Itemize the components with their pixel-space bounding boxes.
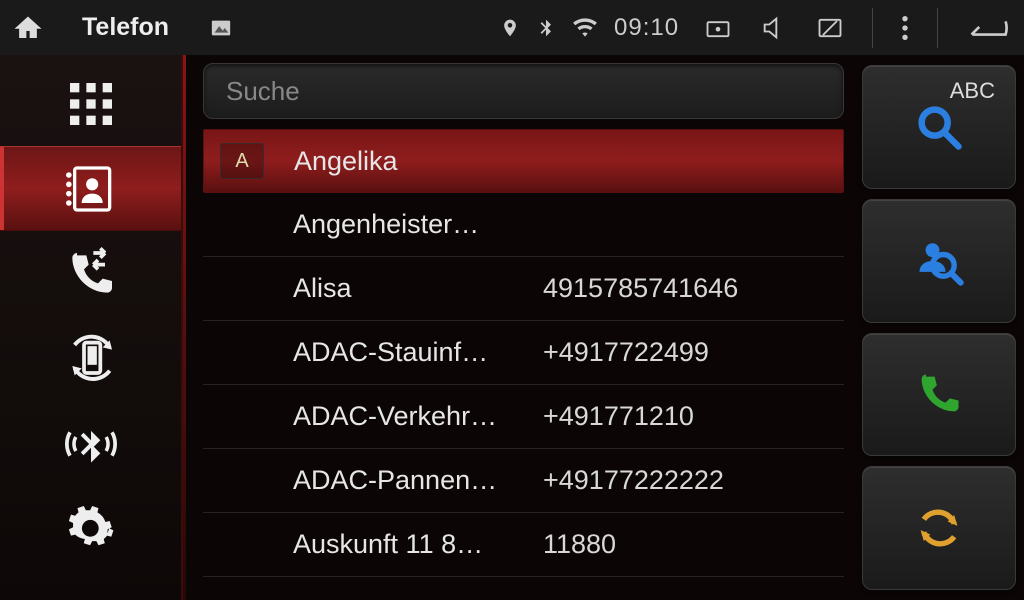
- action-search-letter[interactable]: ABC: [862, 65, 1016, 189]
- sidebar-item-calllog[interactable]: [0, 231, 181, 316]
- location-icon: [500, 15, 520, 41]
- contact-name: ADAC-Pannen…: [293, 465, 523, 496]
- menu-dots-icon[interactable]: [901, 14, 909, 42]
- home-icon[interactable]: [14, 14, 42, 42]
- sidebar-item-contacts[interactable]: [0, 146, 181, 231]
- contact-name: ADAC-Stauinf…: [293, 337, 523, 368]
- bluetooth-icon: [536, 14, 556, 42]
- status-bar: Telefon 09:10: [0, 0, 1024, 55]
- contact-number: 11880: [543, 529, 616, 560]
- contact-number: 4915785741646: [543, 273, 738, 304]
- contact-name: ADAC-Verkehr…: [293, 401, 523, 432]
- contact-name: Alisa: [293, 273, 523, 304]
- sidebar: [0, 55, 183, 600]
- mute-icon[interactable]: [760, 14, 788, 42]
- action-call[interactable]: [862, 333, 1016, 457]
- clock: 09:10: [614, 14, 679, 42]
- contact-row[interactable]: ADAC-Verkehr… +491771210: [203, 385, 844, 449]
- dialpad-icon: [63, 76, 119, 132]
- contact-row[interactable]: Alisa 4915785741646: [203, 257, 844, 321]
- contact-number: +4917722499: [543, 337, 709, 368]
- search-icon: [913, 101, 965, 153]
- contacts-icon: [63, 161, 119, 217]
- contact-row[interactable]: ADAC-Stauinf… +4917722499: [203, 321, 844, 385]
- call-log-icon: [63, 246, 119, 302]
- contact-row[interactable]: Auskunft 11 8… 11880: [203, 513, 844, 577]
- contact-row[interactable]: A Angelika: [203, 129, 844, 193]
- sidebar-item-dialpad[interactable]: [0, 61, 181, 146]
- search-person-icon: [913, 235, 965, 287]
- camera-icon[interactable]: [704, 14, 732, 42]
- image-icon[interactable]: [209, 17, 233, 39]
- gear-icon: [63, 501, 119, 557]
- screen-off-icon[interactable]: [816, 14, 844, 42]
- wifi-icon: [572, 14, 598, 42]
- action-sync[interactable]: [862, 466, 1016, 590]
- abc-label: ABC: [950, 78, 995, 104]
- call-icon: [913, 368, 965, 420]
- contact-name: Angelika: [294, 146, 398, 177]
- contact-name: Auskunft 11 8…: [293, 529, 523, 560]
- search-placeholder: Suche: [226, 76, 300, 107]
- action-bar: ABC: [854, 55, 1024, 600]
- sidebar-item-settings[interactable]: [0, 486, 181, 571]
- action-search-contact[interactable]: [862, 199, 1016, 323]
- back-icon[interactable]: [966, 14, 1010, 42]
- sync-icon: [913, 502, 965, 554]
- sync-phone-icon: [63, 331, 119, 387]
- contact-list[interactable]: A Angelika Angenheister… Alisa 4915785741646…: [203, 129, 844, 600]
- contact-row[interactable]: Angenheister…: [203, 193, 844, 257]
- contact-number: +491771210: [543, 401, 694, 432]
- bluetooth-audio-icon: [63, 416, 119, 472]
- section-badge: A: [220, 143, 264, 179]
- contact-name: Angenheister…: [293, 209, 523, 240]
- sidebar-item-sync-phone[interactable]: [0, 316, 181, 401]
- contact-number: +49177222222: [543, 465, 724, 496]
- sidebar-item-bluetooth-audio[interactable]: [0, 401, 181, 486]
- content: Suche A Angelika Angenheister… Alisa 4915785…: [183, 55, 854, 600]
- search-input[interactable]: Suche: [203, 63, 844, 119]
- contact-row[interactable]: ADAC-Pannen… +49177222222: [203, 449, 844, 513]
- app-title: Telefon: [82, 13, 169, 42]
